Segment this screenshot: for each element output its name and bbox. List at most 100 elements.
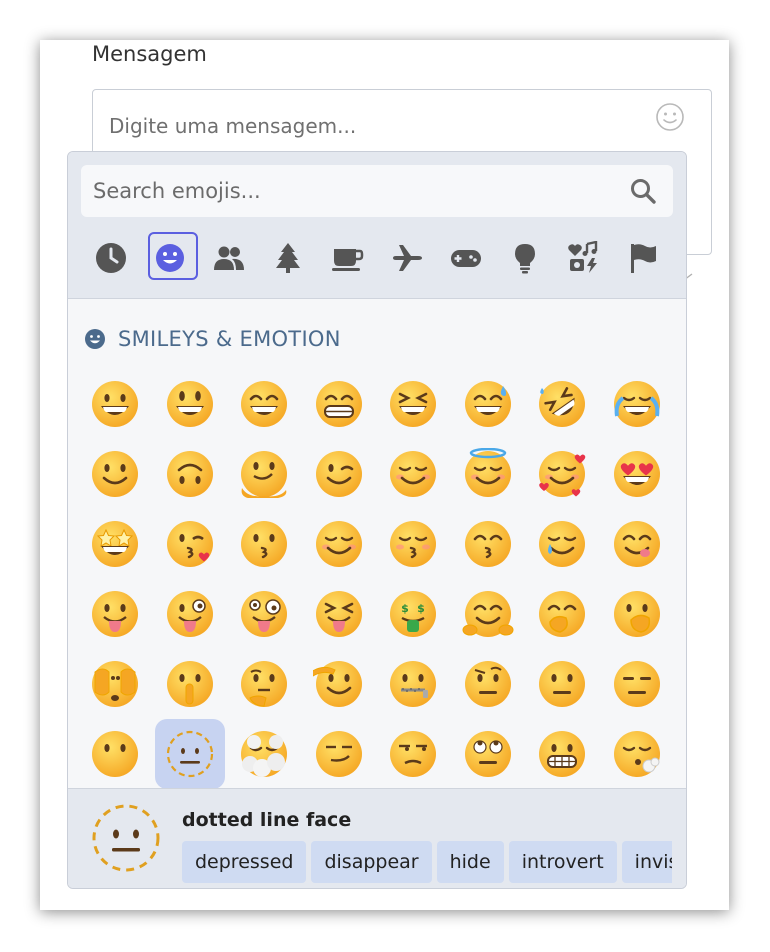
unamused-icon xyxy=(390,731,436,777)
emoji-hand-over-mouth[interactable] xyxy=(527,579,597,649)
peeking-icon xyxy=(92,661,138,707)
tab-recent[interactable] xyxy=(81,232,140,284)
keyword-tag[interactable]: depressed xyxy=(182,841,307,883)
emoji-upside-down[interactable] xyxy=(155,439,225,509)
emoji-star-struck[interactable] xyxy=(80,509,150,579)
slight-smile-icon xyxy=(92,451,138,497)
emoji-kissing[interactable] xyxy=(229,509,299,579)
emoji-relaxed[interactable] xyxy=(304,509,374,579)
coffee-icon xyxy=(332,249,364,271)
keyword-tag[interactable]: disappear xyxy=(311,841,432,883)
tab-symbols[interactable] xyxy=(555,232,614,284)
emoji-blush[interactable] xyxy=(378,439,448,509)
emoji-rofl[interactable] xyxy=(527,369,597,439)
emoji-saluting[interactable] xyxy=(304,649,374,719)
emoji-smile[interactable] xyxy=(229,369,299,439)
emoji-neutral[interactable] xyxy=(527,649,597,719)
emoji-grimacing[interactable] xyxy=(527,719,597,789)
shushing-icon xyxy=(166,661,213,707)
emoji-kissing-heart[interactable] xyxy=(155,509,225,579)
emoji-kissing-smiling-eyes[interactable] xyxy=(453,509,523,579)
grin-icon xyxy=(315,381,362,427)
emoji-kissing-closed-eyes[interactable] xyxy=(378,509,448,579)
search-icon[interactable] xyxy=(629,177,657,205)
tab-activities[interactable] xyxy=(436,232,495,284)
emoji-joy[interactable] xyxy=(602,369,672,439)
emoji-face-in-clouds[interactable] xyxy=(229,719,299,789)
message-label: Mensagem xyxy=(92,42,207,66)
svg-text:$: $ xyxy=(401,602,409,615)
emoji-heart-eyes[interactable] xyxy=(602,439,672,509)
emoji-grinning[interactable] xyxy=(80,369,150,439)
zipper-mouth-icon xyxy=(390,661,436,707)
emoji-no-mouth[interactable] xyxy=(80,719,150,789)
emoji-peeking[interactable] xyxy=(80,649,150,719)
emoji-tongue[interactable] xyxy=(80,579,150,649)
tab-objects[interactable] xyxy=(495,232,554,284)
emoji-exhaling[interactable] xyxy=(602,719,672,789)
emoji-eye-roll[interactable] xyxy=(453,719,523,789)
picker-header xyxy=(68,152,686,299)
emoji-search[interactable] xyxy=(81,165,673,217)
yum-icon xyxy=(613,521,660,567)
keyword-tag[interactable]: invisi xyxy=(621,841,672,883)
keyword-tag[interactable]: introvert xyxy=(508,841,617,883)
dotted-line-face-icon xyxy=(92,804,160,872)
emoji-zany[interactable] xyxy=(229,579,299,649)
emoji-smiley[interactable] xyxy=(155,369,225,439)
section-label: SMILEYS & EMOTION xyxy=(118,327,341,351)
tab-flags[interactable] xyxy=(614,232,673,284)
emoji-dotted-line[interactable] xyxy=(154,719,225,789)
keyword-tag[interactable]: hide xyxy=(436,841,504,883)
thinking-icon xyxy=(241,661,287,707)
kissing-heart-icon xyxy=(166,521,213,567)
emoji-innocent[interactable] xyxy=(453,439,523,509)
emoji-slight-smile[interactable] xyxy=(80,439,150,509)
tab-nature[interactable] xyxy=(259,232,318,284)
tab-food[interactable] xyxy=(318,232,377,284)
symbols-icon xyxy=(568,241,598,273)
emoji-expressionless[interactable] xyxy=(602,649,672,719)
emoji-laughing[interactable] xyxy=(378,369,448,439)
emoji-raised-eyebrow[interactable] xyxy=(453,649,523,719)
emoji-open-eyes-hand-over-mouth[interactable] xyxy=(602,579,672,649)
emoji-preview-footer: dotted line face depressed disappear hide i… xyxy=(68,788,686,888)
emoji-smirk[interactable] xyxy=(304,719,374,789)
emoji-zipper-mouth[interactable] xyxy=(378,649,448,719)
emoji-wink[interactable] xyxy=(304,439,374,509)
smiley-outline-icon[interactable] xyxy=(655,102,685,132)
emoji-grin[interactable] xyxy=(304,369,374,439)
emoji-keywords: depresseddisappearhideintrovertinvisi xyxy=(182,841,672,883)
kissing-closed-eyes-icon xyxy=(390,521,436,567)
tab-travel[interactable] xyxy=(377,232,436,284)
flag-icon xyxy=(631,244,657,273)
emoji-search-input[interactable] xyxy=(81,165,621,217)
emoji-unamused[interactable] xyxy=(378,719,448,789)
emoji-sweat-smile[interactable] xyxy=(453,369,523,439)
smiley-icon xyxy=(155,244,184,272)
emoji-yum[interactable] xyxy=(602,509,672,579)
emoji-melting[interactable] xyxy=(229,439,299,509)
smiling-tear-icon xyxy=(539,521,585,567)
emoji-squinting-tongue[interactable] xyxy=(304,579,374,649)
sweat-smile-icon xyxy=(464,381,511,427)
emoji-winking-tongue[interactable] xyxy=(155,579,225,649)
hand-over-mouth-icon xyxy=(539,591,585,637)
grinning-icon xyxy=(92,381,138,427)
category-tabs xyxy=(81,232,673,284)
people-icon xyxy=(214,246,244,270)
no-mouth-icon xyxy=(92,731,138,777)
tab-smileys[interactable] xyxy=(140,232,199,284)
smiley-icon xyxy=(166,381,213,427)
emoji-hugging[interactable] xyxy=(453,579,523,649)
joy-icon xyxy=(613,381,660,427)
dotted-line-icon xyxy=(166,730,213,778)
kissing-icon xyxy=(241,521,287,567)
emoji-smiling-hearts[interactable] xyxy=(527,439,597,509)
emoji-smiling-tear[interactable] xyxy=(527,509,597,579)
tab-people[interactable] xyxy=(199,232,258,284)
emoji-money-mouth[interactable]: $ $ xyxy=(378,579,448,649)
emoji-shushing[interactable] xyxy=(155,649,225,719)
emoji-thinking[interactable] xyxy=(229,649,299,719)
smiling-hearts-icon xyxy=(539,451,586,497)
